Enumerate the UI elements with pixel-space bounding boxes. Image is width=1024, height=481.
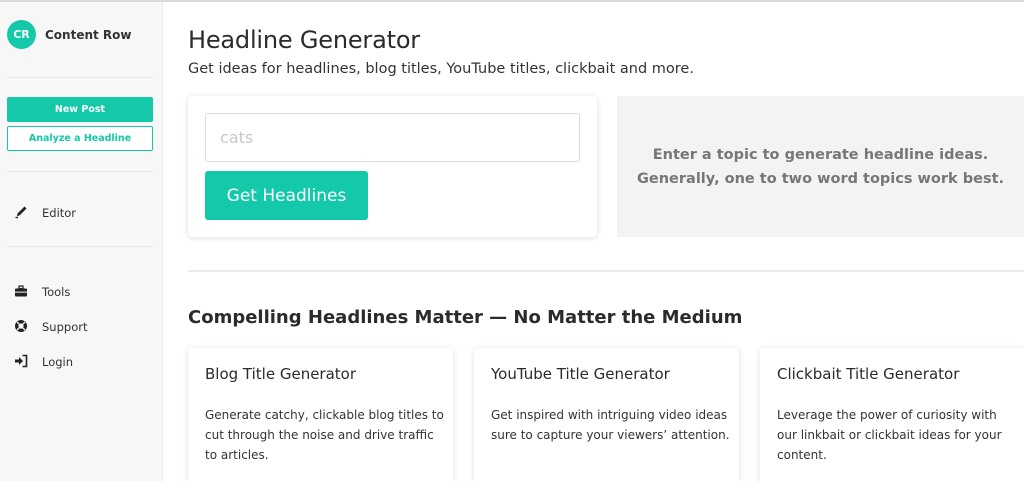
brand[interactable]: CR Content Row: [7, 20, 132, 49]
info-text: Enter a topic to generate headline ideas…: [652, 146, 989, 163]
clickbait-title-generator-card[interactable]: Clickbait Title Generator Leverage the p…: [760, 348, 1024, 481]
sidebar-divider: [7, 77, 153, 78]
sidebar: CR Content Row New Post Analyze a Headli…: [0, 2, 163, 481]
card-title: Clickbait Title Generator: [777, 365, 960, 383]
info-panel: Enter a topic to generate headline ideas…: [617, 96, 1024, 237]
topic-input-card: Get Headlines: [188, 96, 597, 237]
brand-name: Content Row: [45, 27, 132, 42]
sidebar-item-login[interactable]: Login: [14, 353, 73, 371]
topic-input[interactable]: [205, 113, 580, 162]
youtube-title-generator-card[interactable]: YouTube Title Generator Get inspired wit…: [474, 348, 739, 481]
sidebar-item-label: Editor: [42, 206, 77, 220]
new-post-button[interactable]: New Post: [7, 97, 153, 122]
sidebar-divider: [7, 246, 153, 247]
sidebar-item-tools[interactable]: Tools: [14, 283, 70, 301]
card-description: Leverage the power of curiosity with our…: [777, 408, 1002, 462]
card-description: Get inspired with intriguing video ideas…: [491, 408, 730, 442]
sidebar-item-label: Login: [42, 355, 74, 369]
get-headlines-button[interactable]: Get Headlines: [205, 171, 368, 220]
toolbox-icon: [14, 283, 28, 302]
pen-icon: [14, 204, 28, 223]
sidebar-item-label: Support: [42, 320, 88, 334]
page-subtitle: Get ideas for headlines, blog titles, Yo…: [188, 61, 694, 77]
sidebar-item-label: Tools: [42, 285, 71, 299]
blog-title-generator-card[interactable]: Blog Title Generator Generate catchy, cl…: [188, 348, 453, 481]
sidebar-item-support[interactable]: Support: [14, 318, 87, 336]
card-title: YouTube Title Generator: [491, 365, 670, 383]
sidebar-item-editor[interactable]: Editor: [14, 204, 76, 222]
analyze-headline-button[interactable]: Analyze a Headline: [7, 126, 153, 151]
section-title: Compelling Headlines Matter — No Matter …: [188, 307, 743, 328]
sign-in-icon: [14, 353, 28, 372]
card-description: Generate catchy, clickable blog titles t…: [205, 408, 444, 462]
brand-logo: CR: [7, 20, 36, 49]
card-title: Blog Title Generator: [205, 365, 357, 383]
info-text: Generally, one to two word topics work b…: [636, 170, 1005, 187]
page-title: Headline Generator: [188, 26, 420, 54]
lifebuoy-icon: [14, 318, 28, 337]
sidebar-divider: [7, 171, 153, 172]
section-divider: [188, 270, 1024, 272]
